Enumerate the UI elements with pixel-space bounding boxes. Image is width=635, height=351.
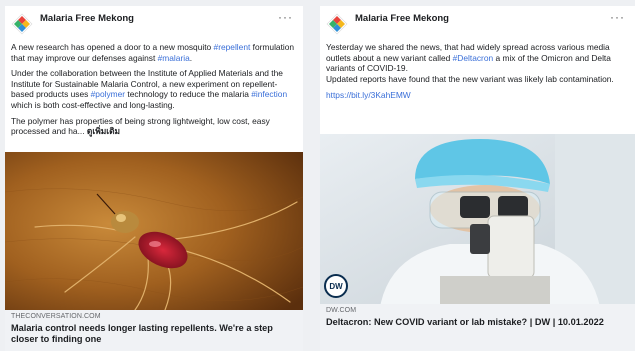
mosquito-image [5,152,303,312]
malaria-free-mekong-logo-icon[interactable] [11,13,33,35]
post-header: Malaria Free Mekong ··· [326,10,629,39]
link-headline[interactable]: Malaria control needs longer lasting rep… [11,323,297,345]
see-more-link[interactable]: ดูเพิ่มเติม [87,126,120,136]
post-card-deltacron: Malaria Free Mekong ··· Yesterday we sha… [320,6,635,351]
post-paragraph: Yesterday we shared the news, that had w… [326,42,627,74]
link-headline[interactable]: Deltacron: New COVID variant or lab mist… [326,317,629,328]
hashtag-repellent[interactable]: #repellent [214,42,251,52]
hashtag-malaria[interactable]: #malaria [158,53,190,63]
post-url-link[interactable]: https://bit.ly/3KahEMW [326,90,627,101]
text: which is both cost-effective and long-la… [11,99,175,110]
post-paragraph: Under the collaboration between the Inst… [11,68,295,110]
text: technology to reduce the malaria [125,89,252,100]
link-domain: THECONVERSATION.COM [11,313,101,320]
link-domain: DW.COM [326,307,357,314]
post-paragraph: The polymer has properties of being stro… [11,116,295,137]
lab-scientist-image [320,134,635,307]
post-body: Yesterday we shared the news, that had w… [326,42,627,101]
post-body: A new research has opened a door to a ne… [11,42,295,142]
more-options-icon[interactable]: ··· [278,10,293,24]
hashtag-polymer[interactable]: #polymer [91,89,125,99]
text: A new research has opened a door to a ne… [11,42,214,52]
hashtag-infection[interactable]: #infection [251,89,287,99]
hashtag-deltacron[interactable]: #Deltacron [453,53,494,63]
malaria-free-mekong-logo-icon[interactable] [326,13,348,35]
text: . [189,52,193,63]
post-paragraph: A new research has opened a door to a ne… [11,42,295,63]
link-preview-image[interactable]: DW [320,134,635,307]
text: The polymer has properties of being stro… [11,115,270,137]
post-card-malaria-repellent: Malaria Free Mekong ··· A new research h… [5,6,303,351]
more-options-icon[interactable]: ··· [610,10,625,24]
link-preview-footer[interactable]: THECONVERSATION.COM Malaria control need… [5,310,303,351]
link-preview-footer[interactable]: DW.COM Deltacron: New COVID variant or l… [320,304,635,351]
page-name[interactable]: Malaria Free Mekong [355,13,449,24]
dw-logo: DW [324,274,348,298]
post-paragraph: Updated reports have found that the new … [326,73,614,84]
post-header: Malaria Free Mekong ··· [11,10,297,39]
dw-logo-text: DW [329,281,343,291]
link-preview-image[interactable] [5,152,303,312]
page-name[interactable]: Malaria Free Mekong [40,13,134,24]
